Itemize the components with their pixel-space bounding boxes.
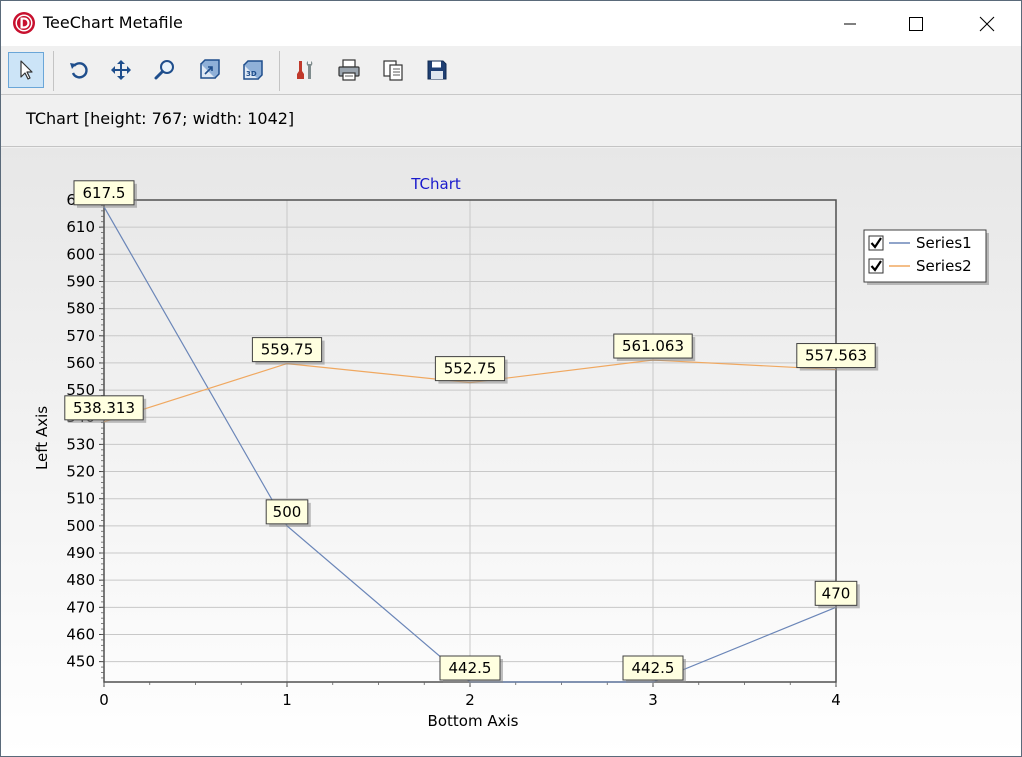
edit-tools-icon xyxy=(297,61,313,79)
data-label: 617.5 xyxy=(73,180,137,208)
svg-text:3D: 3D xyxy=(246,70,257,78)
rotate-icon xyxy=(70,62,88,79)
chart-info-text: TChart [height: 767; width: 1042] xyxy=(26,109,295,128)
teechart-metafile-window: TeeChart Metafile 3D TChart [height: 767… xyxy=(0,0,1022,757)
data-label: 442.5 xyxy=(622,655,686,683)
legend-label: Series1 xyxy=(916,234,972,252)
y-tick-label: 480 xyxy=(66,571,95,589)
window-title: TeeChart Metafile xyxy=(43,13,183,32)
zoom-button[interactable] xyxy=(147,52,183,88)
data-label-text: 552.75 xyxy=(444,360,497,378)
y-tick-label: 560 xyxy=(66,354,95,372)
y-tick-label: 470 xyxy=(66,598,95,616)
y-tick-label: 520 xyxy=(66,463,95,481)
y-tick-label: 500 xyxy=(66,517,95,535)
y-tick-label: 570 xyxy=(66,327,95,345)
y-axis-title: Left Axis xyxy=(33,406,51,470)
rotate-button[interactable] xyxy=(61,52,97,88)
close-icon xyxy=(979,16,995,31)
depth-icon xyxy=(200,59,220,79)
data-label: 470 xyxy=(814,580,860,609)
toolbar-separator xyxy=(53,51,54,91)
y-tick-label: 510 xyxy=(66,490,95,508)
app-logo-icon xyxy=(13,12,35,34)
data-label: 538.313 xyxy=(64,395,147,423)
data-label: 500 xyxy=(265,499,311,527)
x-tick-label: 1 xyxy=(282,691,292,709)
data-label-text: 442.5 xyxy=(632,659,675,677)
data-label: 442.5 xyxy=(439,655,503,683)
toolbar: 3D xyxy=(1,47,1021,95)
x-tick-label: 0 xyxy=(99,691,109,709)
x-tick-label: 3 xyxy=(648,691,658,709)
data-label: 559.75 xyxy=(251,337,325,365)
data-label-text: 561.063 xyxy=(622,337,684,355)
maximize-button[interactable] xyxy=(893,1,939,46)
data-label-text: 557.563 xyxy=(805,347,867,365)
chart-info-bar: TChart [height: 767; width: 1042] xyxy=(1,96,1021,147)
y-tick-label: 530 xyxy=(66,435,95,453)
print-button[interactable] xyxy=(331,52,367,88)
title-bar: TeeChart Metafile xyxy=(1,1,1021,46)
chart-canvas: TChart 450460470480490500510520530540550… xyxy=(1,148,1021,756)
minimize-button[interactable] xyxy=(827,1,873,46)
3d-button[interactable]: 3D xyxy=(235,52,271,88)
data-label-text: 500 xyxy=(273,503,302,521)
x-tick-label: 4 xyxy=(831,691,841,709)
data-label-text: 538.313 xyxy=(73,399,135,417)
y-tick-label: 460 xyxy=(66,625,95,643)
maximize-icon xyxy=(909,16,923,31)
data-label: 552.75 xyxy=(434,356,508,384)
printer-icon xyxy=(338,59,360,81)
pointer-icon xyxy=(20,60,33,80)
y-tick-label: 490 xyxy=(66,544,95,562)
data-label-text: 559.75 xyxy=(261,341,314,359)
select-tool-button[interactable] xyxy=(8,52,44,88)
3d-icon: 3D xyxy=(243,60,263,80)
copy-button[interactable] xyxy=(375,52,411,88)
data-label-text: 470 xyxy=(822,584,851,602)
close-button[interactable] xyxy=(964,1,1010,46)
copy-icon xyxy=(383,60,403,81)
x-tick-label: 2 xyxy=(465,691,475,709)
data-label-text: 617.5 xyxy=(83,184,126,202)
save-icon xyxy=(427,60,447,80)
legend: Series1 Series2 xyxy=(863,229,989,285)
y-tick-label: 450 xyxy=(66,653,95,671)
data-label: 561.063 xyxy=(613,333,696,362)
y-tick-label: 600 xyxy=(66,245,95,263)
move-icon xyxy=(111,60,131,80)
x-axis-title: Bottom Axis xyxy=(428,712,519,730)
depth-button[interactable] xyxy=(191,52,227,88)
toolbar-separator xyxy=(279,51,280,91)
save-button[interactable] xyxy=(419,52,455,88)
move-button[interactable] xyxy=(103,52,139,88)
chart-area: TChart 450460470480490500510520530540550… xyxy=(1,148,1021,756)
y-tick-label: 580 xyxy=(66,300,95,318)
y-tick-label: 610 xyxy=(66,218,95,236)
zoom-icon xyxy=(154,60,174,80)
legend-label: Series2 xyxy=(916,257,972,275)
data-label-text: 442.5 xyxy=(449,659,492,677)
minimize-icon xyxy=(844,23,856,24)
data-label: 557.563 xyxy=(796,343,879,371)
chart-title: TChart xyxy=(410,175,461,193)
y-tick-label: 590 xyxy=(66,272,95,290)
edit-button[interactable] xyxy=(287,52,323,88)
